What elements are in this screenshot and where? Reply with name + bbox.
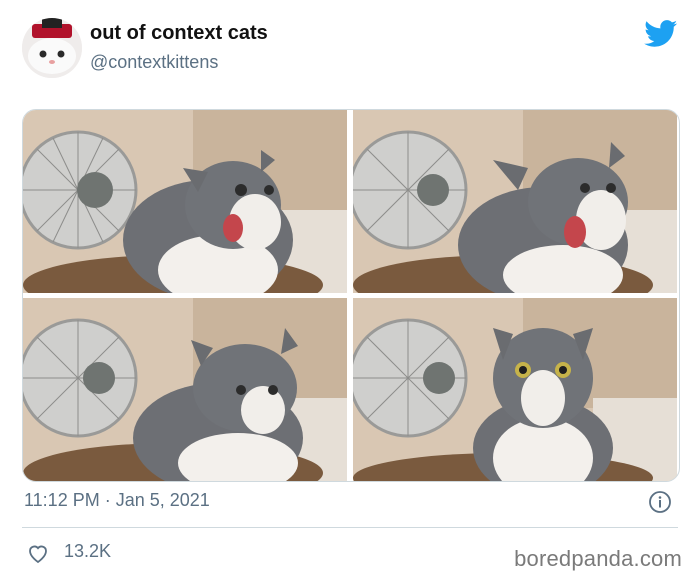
photo-2[interactable]: [353, 110, 677, 293]
heart-icon[interactable]: [26, 542, 50, 564]
author-name[interactable]: out of context cats: [90, 22, 268, 45]
author-handle[interactable]: @contextkittens: [90, 52, 218, 73]
photo-3[interactable]: [23, 298, 347, 481]
divider: [22, 527, 678, 528]
media-grid[interactable]: [22, 109, 680, 482]
photo-4[interactable]: [353, 298, 677, 481]
info-icon[interactable]: [648, 490, 672, 514]
watermark: boredpanda.com: [514, 546, 682, 571]
photo-1[interactable]: [23, 110, 347, 293]
avatar[interactable]: [22, 18, 82, 78]
tweet-timestamp[interactable]: 11:12 PM · Jan 5, 2021: [24, 490, 210, 511]
twitter-bird-icon[interactable]: [644, 20, 678, 48]
like-count[interactable]: 13.2K: [64, 541, 111, 562]
